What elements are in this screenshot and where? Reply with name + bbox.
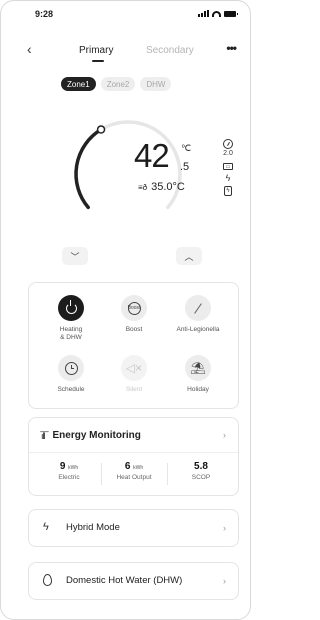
top-navigation: ‹ Primary Secondary ••• <box>1 41 250 63</box>
stat-electric: 9 kWh Electric <box>37 461 101 481</box>
clock-icon <box>58 355 84 381</box>
stat-heat-output: 6 kWh Heat Output <box>102 461 166 481</box>
mode-schedule[interactable]: Schedule <box>40 355 102 394</box>
dhw-title: Domestic Hot Water (DHW) <box>66 575 183 586</box>
zone-chip-zone1[interactable]: Zone1 <box>61 77 96 91</box>
chevron-right-icon: › <box>223 430 226 440</box>
mode-label: Silent <box>125 386 143 393</box>
setpoint-decimal: .5 <box>180 161 190 173</box>
hybrid-title: Hybrid Mode <box>66 522 120 533</box>
increase-temperature-button[interactable]: ︿ <box>176 247 202 265</box>
wifi-icon <box>212 10 221 17</box>
zone-chip-zone2[interactable]: Zone2 <box>100 77 136 91</box>
mode-anti-legionella[interactable]: Anti-Legionella <box>167 295 229 334</box>
indoor-temperature: ≡ð 35.0°C <box>138 181 185 193</box>
mode-label: Schedule <box>57 386 85 393</box>
zone-selector: Zone1 Zone2 DHW <box>61 77 172 91</box>
side-indicators: 2.0 ▭ ϟ ϟ <box>223 139 233 196</box>
setpoint-unit: ℃ <box>181 143 192 153</box>
mode-label: Holiday <box>187 386 209 393</box>
lightning-icon: ϟ <box>225 173 231 183</box>
mode-label: Heating & DHW <box>59 326 83 341</box>
power-icon <box>58 295 84 321</box>
more-menu-icon[interactable]: ••• <box>226 41 237 55</box>
slash-icon <box>185 295 211 321</box>
cellular-signal-icon <box>198 10 209 17</box>
energy-monitoring-card[interactable]: ıl͞l Energy Monitoring › 9 kWh Electric … <box>28 417 239 496</box>
decrease-temperature-button[interactable]: ﹀ <box>62 247 88 265</box>
status-bar: 9:28 <box>1 9 250 23</box>
setpoint-temperature: 42 <box>134 137 170 175</box>
hybrid-mode-card[interactable]: ϟ Hybrid Mode › <box>28 509 239 547</box>
indoor-temperature-value: 35.0°C <box>151 181 185 193</box>
tab-primary[interactable]: Primary <box>79 45 113 56</box>
temperature-dial[interactable] <box>63 109 193 239</box>
divider <box>29 452 238 453</box>
stat-label: Electric <box>58 474 80 481</box>
zone-chip-dhw[interactable]: DHW <box>140 77 172 91</box>
stat-unit: kWh <box>68 465 79 471</box>
mode-panel: Heating & DHW Boost Boost Anti-Legionell… <box>28 282 239 409</box>
mode-heating-dhw[interactable]: Heating & DHW <box>40 295 102 342</box>
status-time: 9:28 <box>35 9 54 19</box>
stat-unit: kWh <box>133 465 144 471</box>
mode-boost[interactable]: Boost Boost <box>103 295 165 334</box>
stat-label: SCOP <box>191 474 211 481</box>
chevron-right-icon: › <box>223 523 226 533</box>
mode-label: Anti-Legionella <box>176 326 220 333</box>
mode-holiday[interactable]: ⛱ Holiday <box>167 355 229 394</box>
chevron-up-icon: ︿ <box>184 251 194 262</box>
dial-progress-arc <box>74 127 103 210</box>
tab-active-indicator <box>92 60 104 62</box>
gauge-icon <box>223 139 233 149</box>
gauge-value: 2.0 <box>223 150 233 157</box>
stat-value: 5.8 <box>194 461 208 472</box>
mode-silent[interactable]: ◁× Silent <box>103 355 165 394</box>
energy-title: Energy Monitoring <box>52 430 141 441</box>
tab-secondary[interactable]: Secondary <box>146 45 194 56</box>
mode-label: Boost <box>125 326 143 333</box>
power-outlet-icon: ϟ <box>224 186 232 196</box>
chevron-down-icon: ﹀ <box>70 251 80 262</box>
stat-value: 9 <box>59 461 66 472</box>
indoor-sensor-icon: ≡ð <box>138 182 148 192</box>
water-drop-icon <box>43 574 52 586</box>
boost-icon: Boost <box>121 295 147 321</box>
chevron-right-icon: › <box>223 576 226 586</box>
system-icons <box>198 10 238 17</box>
dial-handle[interactable] <box>96 125 106 134</box>
stat-label: Heat Output <box>116 474 152 481</box>
phone-screen: 9:28 ‹ Primary Secondary ••• Zone1 Zone2… <box>0 0 251 620</box>
stat-scop: 5.8 SCOP <box>169 461 233 481</box>
battery-icon <box>224 10 238 17</box>
stat-divider <box>167 463 168 485</box>
lightning-icon: ϟ <box>43 521 49 533</box>
back-chevron-icon[interactable]: ‹ <box>27 41 32 57</box>
bar-chart-icon: ıl͞l <box>41 430 45 441</box>
beach-icon: ⛱ <box>185 355 211 381</box>
domestic-hot-water-card[interactable]: Domestic Hot Water (DHW) › <box>28 562 239 600</box>
energy-header: ıl͞l Energy Monitoring <box>41 430 141 441</box>
setpoint-integer: 42 <box>134 137 170 174</box>
stat-value: 6 <box>124 461 131 472</box>
mute-icon: ◁× <box>121 355 147 381</box>
sg-ready-icon: ▭ <box>223 163 233 170</box>
